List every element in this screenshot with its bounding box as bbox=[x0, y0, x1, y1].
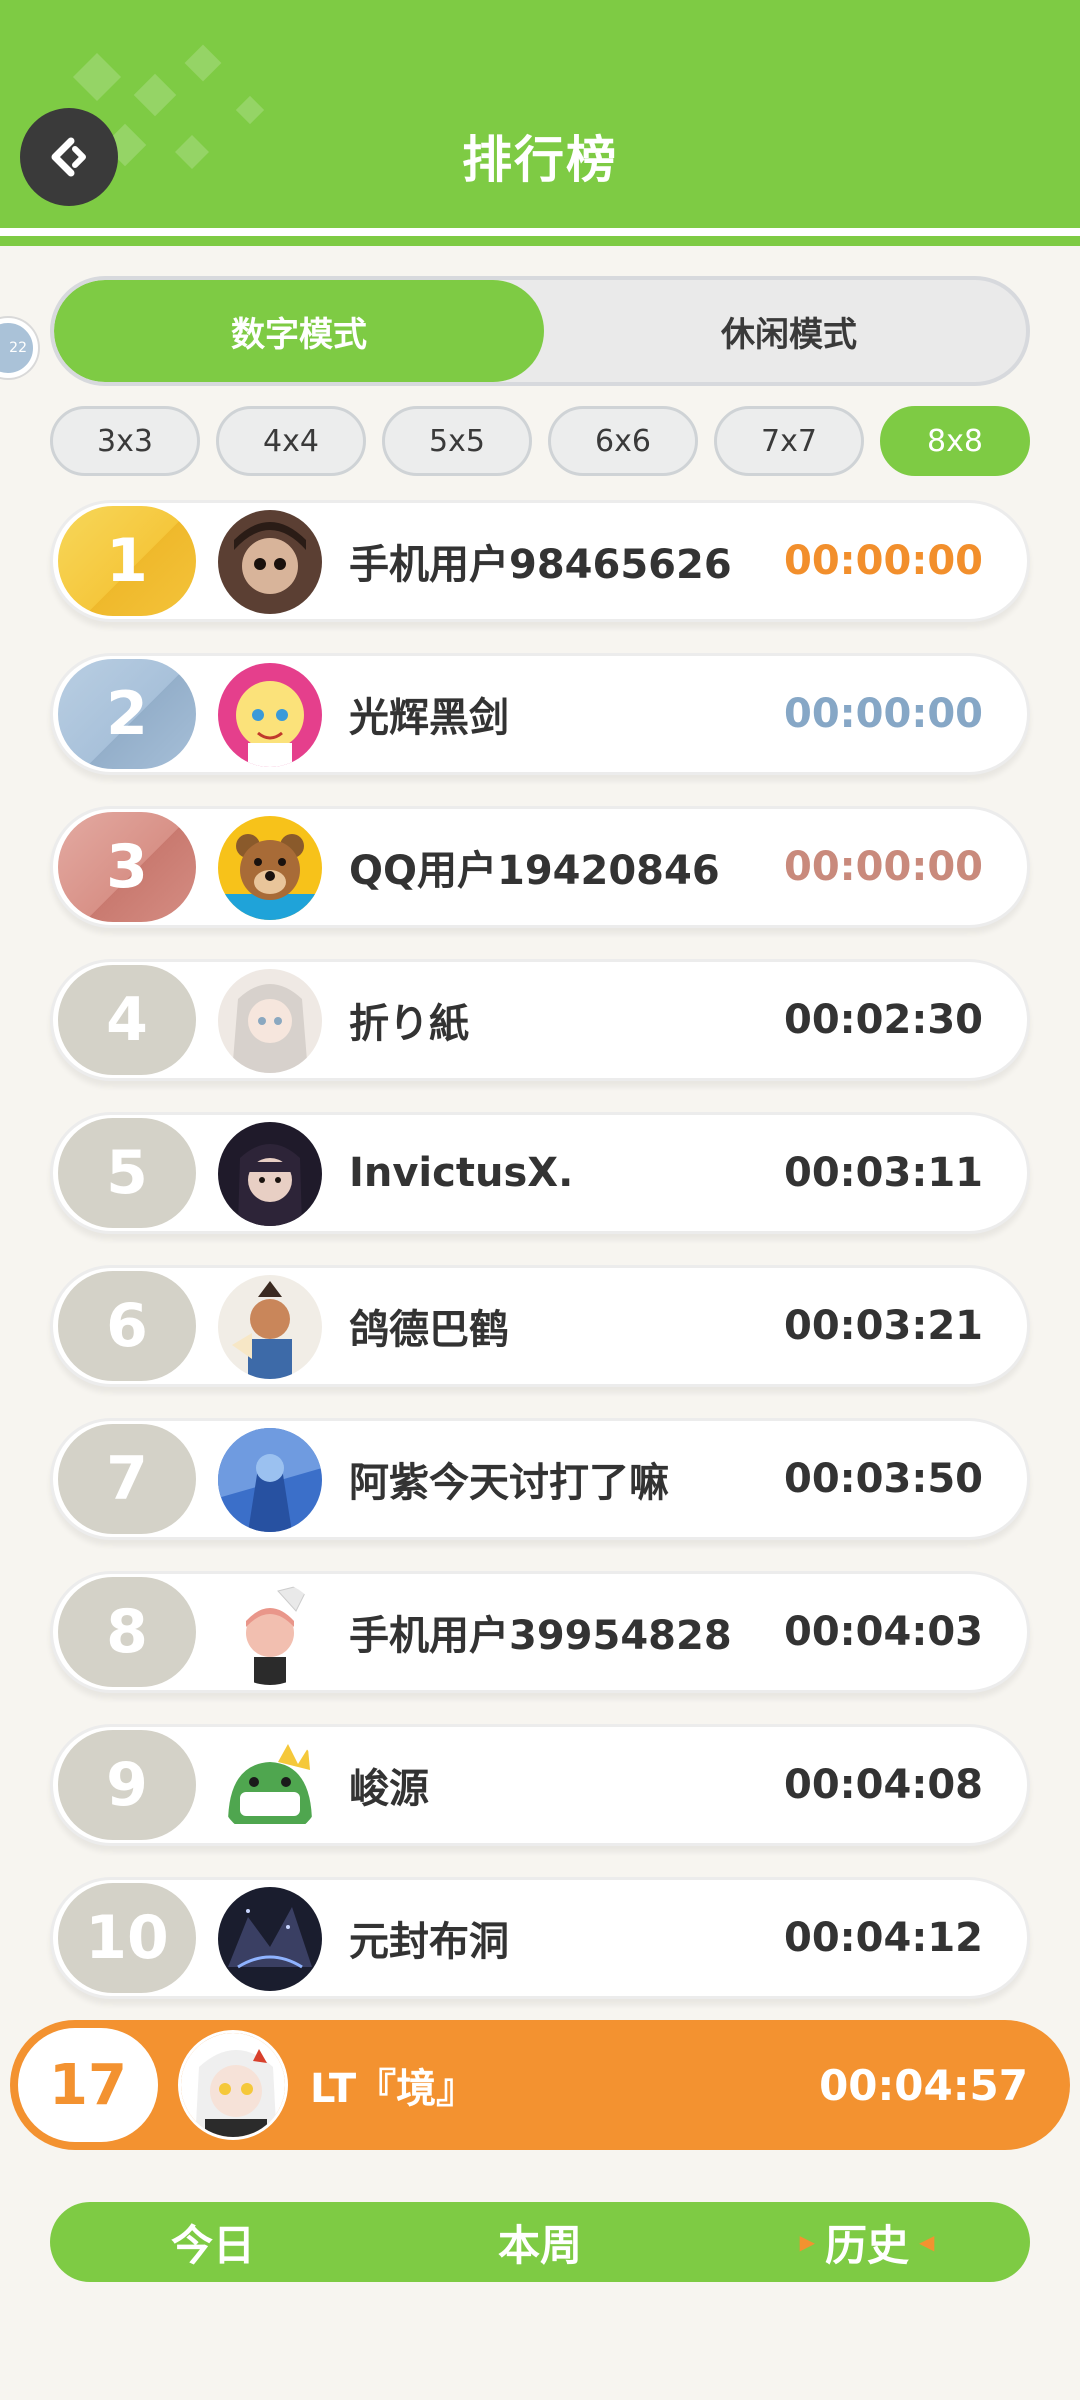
player-time: 00:00:00 bbox=[784, 538, 983, 584]
rank-badge: 4 bbox=[58, 965, 196, 1075]
player-name: QQ用户19420846 bbox=[349, 848, 720, 894]
player-name: 阿紫今天讨打了嘛 bbox=[349, 1460, 669, 1506]
my-rank-badge: 17 bbox=[18, 2028, 158, 2142]
header-divider-green bbox=[0, 236, 1080, 246]
avatar bbox=[218, 1734, 322, 1838]
player-name: 峻源 bbox=[349, 1766, 429, 1812]
avatar bbox=[218, 663, 322, 767]
player-time: 00:04:08 bbox=[784, 1762, 983, 1808]
my-player-time: 00:04:57 bbox=[819, 2060, 1028, 2110]
mode-toggle: 数字模式 休闲模式 bbox=[50, 276, 1030, 386]
leaderboard-row[interactable]: 9 峻源 00:04:08 bbox=[50, 1724, 1030, 1846]
leaderboard-row[interactable]: 6 鸽德巴鹤 00:03:21 bbox=[50, 1265, 1030, 1387]
rank-badge: 7 bbox=[58, 1424, 196, 1534]
rank-badge: 10 bbox=[58, 1883, 196, 1993]
size-chip-3x3[interactable]: 3x3 bbox=[50, 406, 200, 476]
size-chip-6x6[interactable]: 6x6 bbox=[548, 406, 698, 476]
tab-this-week[interactable]: 本周 bbox=[377, 2202, 703, 2282]
player-time: 00:04:03 bbox=[784, 1609, 983, 1655]
avatar bbox=[218, 510, 322, 614]
player-name: 手机用户39954828 bbox=[349, 1613, 732, 1659]
my-rank-row[interactable]: 17 LT『境』 00:04:57 bbox=[10, 2020, 1070, 2150]
player-name: 鸽德巴鹤 bbox=[349, 1307, 509, 1353]
player-time: 00:04:12 bbox=[784, 1915, 983, 1961]
leaderboard-row[interactable]: 5 InvictusX. 00:03:11 bbox=[50, 1112, 1030, 1234]
page-title: 排行榜 bbox=[462, 131, 618, 189]
rank-badge: 6 bbox=[58, 1271, 196, 1381]
leaderboard-row[interactable]: 2 光辉黑剑 00:00:00 bbox=[50, 653, 1030, 775]
size-chip-4x4[interactable]: 4x4 bbox=[216, 406, 366, 476]
right-triangle-icon: ▶ bbox=[799, 2230, 815, 2254]
avatar bbox=[218, 1428, 322, 1532]
header-divider-white bbox=[0, 228, 1080, 236]
rank-badge: 1 bbox=[58, 506, 196, 616]
leaderboard-row[interactable]: 7 阿紫今天讨打了嘛 00:03:50 bbox=[50, 1418, 1030, 1540]
size-chip-8x8[interactable]: 8x8 bbox=[880, 406, 1030, 476]
header-bar: 排行榜 bbox=[0, 0, 1080, 228]
tab-today-label: 今日 bbox=[170, 2220, 255, 2270]
player-time: 00:02:30 bbox=[784, 997, 983, 1043]
player-time: 00:03:50 bbox=[784, 1456, 983, 1502]
player-time: 00:00:00 bbox=[784, 844, 983, 890]
player-time: 00:00:00 bbox=[784, 691, 983, 737]
period-selector: 今日 本周 ▶ 历史 ◀ bbox=[50, 2202, 1030, 2282]
avatar bbox=[218, 1122, 322, 1226]
tab-history[interactable]: ▶ 历史 ◀ bbox=[704, 2202, 1030, 2282]
rank-badge: 2 bbox=[58, 659, 196, 769]
tab-history-label: 历史 bbox=[824, 2220, 909, 2270]
my-avatar bbox=[178, 2030, 288, 2140]
my-player-name: LT『境』 bbox=[310, 2066, 477, 2112]
player-name: 折り紙 bbox=[349, 1001, 469, 1047]
side-indicator[interactable]: 22 bbox=[0, 318, 38, 378]
avatar bbox=[218, 969, 322, 1073]
side-indicator-text: 22 bbox=[9, 340, 27, 356]
avatar bbox=[218, 816, 322, 920]
player-time: 00:03:11 bbox=[784, 1150, 983, 1196]
player-name: 光辉黑剑 bbox=[349, 695, 509, 741]
tab-this-week-label: 本周 bbox=[497, 2220, 582, 2270]
player-time: 00:03:21 bbox=[784, 1303, 983, 1349]
player-name: InvictusX. bbox=[349, 1150, 574, 1196]
tab-casual-mode[interactable]: 休闲模式 bbox=[544, 280, 1026, 382]
rank-badge: 3 bbox=[58, 812, 196, 922]
left-triangle-icon: ◀ bbox=[919, 2230, 935, 2254]
avatar bbox=[218, 1887, 322, 1991]
size-chip-5x5[interactable]: 5x5 bbox=[382, 406, 532, 476]
leaderboard-row[interactable]: 1 手机用户98465626 00:00:00 bbox=[50, 500, 1030, 622]
avatar bbox=[218, 1581, 322, 1685]
leaderboard-row[interactable]: 8 手机用户39954828 00:04:03 bbox=[50, 1571, 1030, 1693]
player-name: 元封布洞 bbox=[349, 1919, 509, 1965]
avatar bbox=[218, 1275, 322, 1379]
tab-number-mode[interactable]: 数字模式 bbox=[54, 280, 544, 382]
leaderboard-row[interactable]: 4 折り紙 00:02:30 bbox=[50, 959, 1030, 1081]
leaderboard-row[interactable]: 10 元封布洞 00:04:12 bbox=[50, 1877, 1030, 1999]
tab-today[interactable]: 今日 bbox=[50, 2202, 376, 2282]
player-name: 手机用户98465626 bbox=[349, 542, 732, 588]
size-chip-7x7[interactable]: 7x7 bbox=[714, 406, 864, 476]
leaderboard-row[interactable]: 3 QQ用户19420846 00:00:00 bbox=[50, 806, 1030, 928]
rank-badge: 9 bbox=[58, 1730, 196, 1840]
rank-badge: 5 bbox=[58, 1118, 196, 1228]
board-size-selector: 3x3 4x4 5x5 6x6 7x7 8x8 bbox=[50, 406, 1030, 476]
rank-badge: 8 bbox=[58, 1577, 196, 1687]
